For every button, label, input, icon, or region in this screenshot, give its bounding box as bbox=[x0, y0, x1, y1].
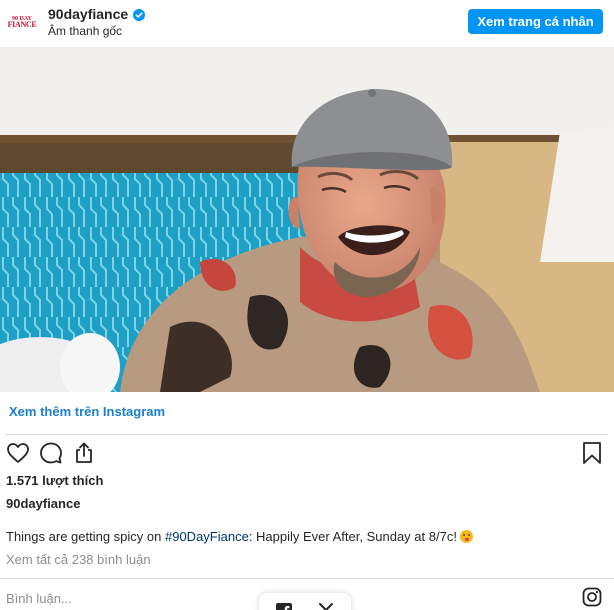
username-link[interactable]: 90dayfiance bbox=[48, 6, 128, 22]
post-owner-username[interactable]: 90dayfiance bbox=[6, 496, 80, 511]
action-bar bbox=[0, 440, 614, 470]
post-header: 90 DAY FIANCE 90dayfiance Âm thanh gốc X… bbox=[0, 0, 614, 46]
avatar[interactable]: 90 DAY FIANCE bbox=[7, 11, 37, 35]
caption-text: Things are getting spicy on bbox=[6, 529, 165, 544]
post-caption: Things are getting spicy on #90DayFiance… bbox=[6, 529, 473, 544]
facebook-icon[interactable] bbox=[276, 603, 292, 610]
divider bbox=[5, 434, 608, 435]
post-image[interactable] bbox=[0, 47, 614, 392]
hashtag-link[interactable]: #90DayFiance bbox=[165, 529, 249, 544]
tongue-emoji-icon bbox=[459, 530, 473, 543]
view-more-on-instagram-link[interactable]: Xem thêm trên Instagram bbox=[9, 404, 165, 419]
like-count[interactable]: 1.571 lượt thích bbox=[6, 473, 103, 488]
bookmark-icon[interactable] bbox=[579, 440, 605, 466]
caption-text-end: : Happily Ever After, Sunday at 8/7c! bbox=[248, 529, 457, 544]
comment-input[interactable]: Bình luận... bbox=[6, 591, 72, 606]
instagram-icon[interactable] bbox=[582, 587, 602, 607]
avatar-logo-bottom: FIANCE bbox=[7, 20, 37, 30]
x-icon[interactable] bbox=[319, 603, 333, 610]
heart-icon[interactable] bbox=[5, 440, 31, 466]
view-profile-button[interactable]: Xem trang cá nhân bbox=[468, 9, 603, 34]
verified-badge-icon bbox=[133, 8, 146, 21]
comment-icon[interactable] bbox=[38, 440, 64, 466]
username-row: 90dayfiance bbox=[48, 6, 146, 22]
audio-label[interactable]: Âm thanh gốc bbox=[48, 24, 122, 38]
share-popup bbox=[259, 593, 351, 610]
share-icon[interactable] bbox=[71, 440, 97, 466]
view-all-comments-link[interactable]: Xem tất cả 238 bình luận bbox=[6, 552, 151, 567]
